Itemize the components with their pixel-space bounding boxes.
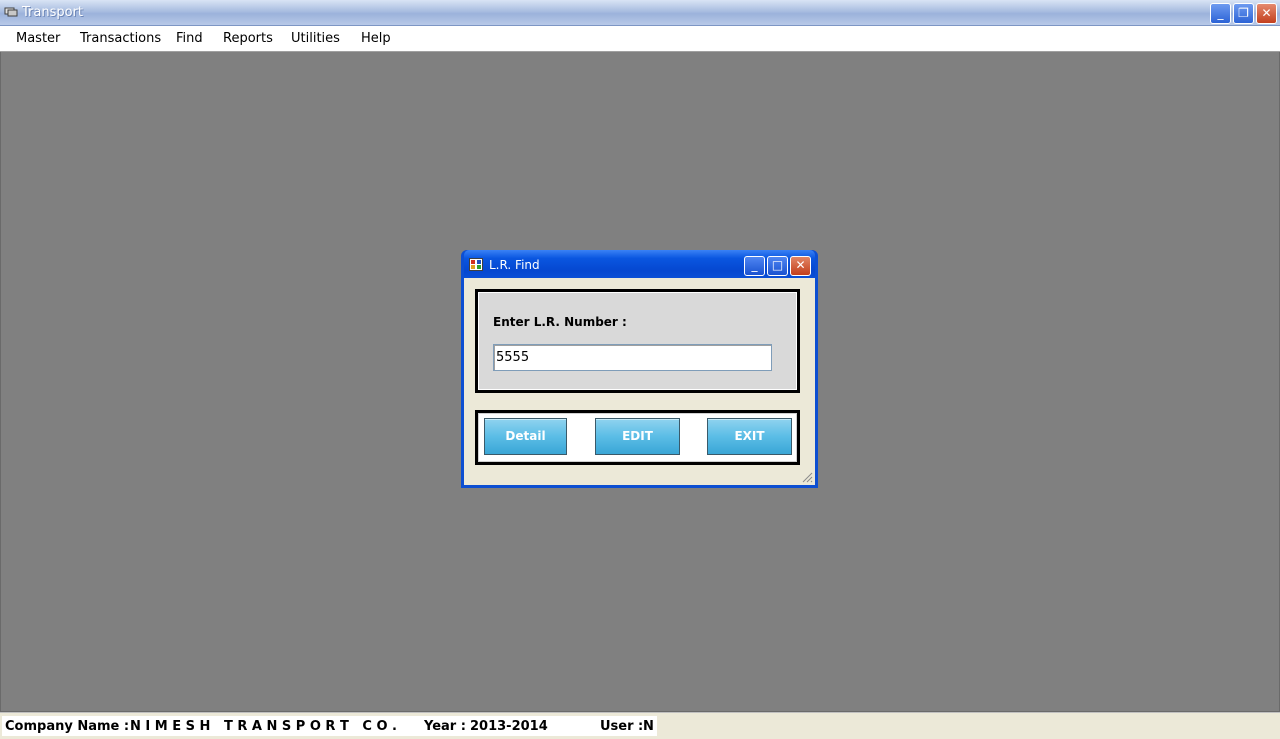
action-button-group: Detail EDIT EXIT	[475, 410, 800, 465]
dialog-close-button[interactable]: ✕	[790, 256, 811, 276]
menu-master[interactable]: Master	[16, 31, 60, 46]
menu-find[interactable]: Find	[176, 31, 203, 46]
lr-input-group: Enter L.R. Number :	[475, 289, 800, 393]
detail-button[interactable]: Detail	[484, 418, 567, 455]
window-title: Transport	[22, 5, 84, 20]
dialog-maximize-button[interactable]: □	[767, 256, 788, 276]
company-name-value: N I M E S H T R A N S P O R T C O .	[130, 719, 397, 734]
app-icon	[4, 7, 18, 17]
close-button[interactable]: ✕	[1256, 3, 1277, 24]
resize-grip-icon[interactable]	[801, 471, 813, 483]
minimize-button[interactable]: _	[1210, 3, 1231, 24]
form-icon	[469, 258, 483, 271]
year-value: 2013-2014	[470, 719, 548, 734]
dialog-title: L.R. Find	[489, 258, 540, 272]
exit-button[interactable]: EXIT	[707, 418, 792, 455]
user-value: N	[643, 719, 654, 734]
lr-number-label: Enter L.R. Number :	[493, 315, 627, 329]
restore-button[interactable]: ❐	[1233, 3, 1254, 24]
lr-find-dialog: L.R. Find _ □ ✕ Enter L.R. Number : Deta…	[461, 250, 818, 488]
menu-reports[interactable]: Reports	[223, 31, 273, 46]
company-name-label: Company Name :	[5, 719, 130, 734]
dialog-minimize-button[interactable]: _	[744, 256, 765, 276]
year-label: Year :	[424, 719, 466, 734]
menu-transactions[interactable]: Transactions	[80, 31, 161, 46]
menu-utilities[interactable]: Utilities	[291, 31, 340, 46]
dialog-titlebar[interactable]: L.R. Find _ □ ✕	[464, 250, 815, 278]
main-titlebar: Transport _ ❐ ✕	[0, 0, 1280, 26]
lr-number-input[interactable]	[493, 344, 772, 371]
edit-button[interactable]: EDIT	[595, 418, 680, 455]
user-label: User :	[600, 719, 644, 734]
menu-bar: Master Transactions Find Reports Utiliti…	[0, 26, 1280, 52]
dialog-body: Enter L.R. Number : Detail EDIT EXIT	[464, 278, 815, 485]
menu-help[interactable]: Help	[361, 31, 391, 46]
status-bar: Company Name : N I M E S H T R A N S P O…	[0, 712, 1280, 739]
